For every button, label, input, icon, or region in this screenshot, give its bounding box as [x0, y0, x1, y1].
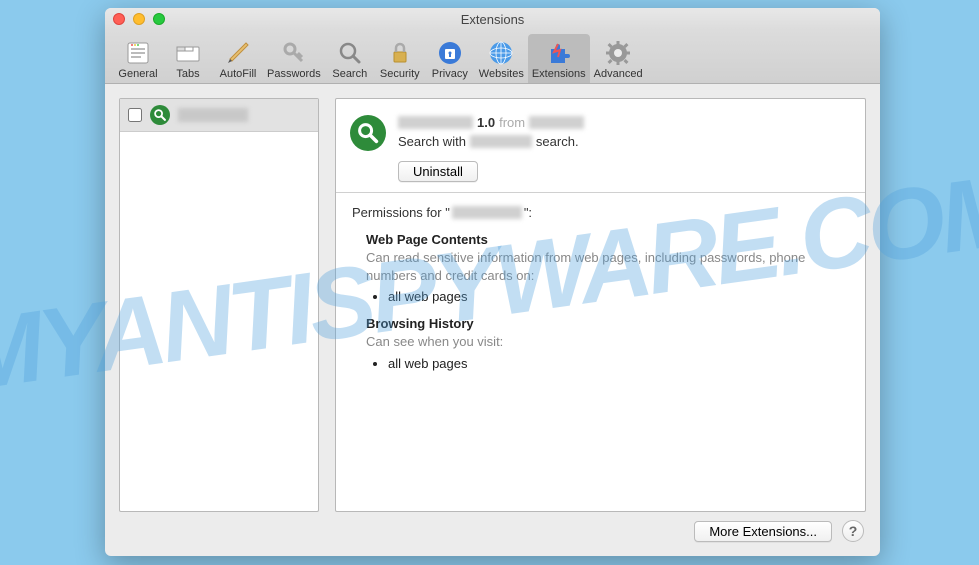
desc-prefix: Search with — [398, 134, 466, 149]
toolbar-label: Search — [332, 68, 367, 80]
extension-name-redacted — [178, 108, 248, 122]
titlebar: Extensions — [105, 8, 880, 30]
toolbar-label: Extensions — [532, 68, 586, 80]
toolbar-label: Websites — [479, 68, 524, 80]
tab-search[interactable]: Search — [325, 34, 375, 83]
toolbar-label: General — [118, 68, 157, 80]
extension-title-line: 1.0 from — [398, 115, 851, 130]
extension-author-redacted — [529, 116, 584, 129]
permissions-section: Permissions for " ": Web Page Contents Ca… — [336, 193, 865, 385]
traffic-lights — [113, 13, 165, 25]
toolbar-label: AutoFill — [220, 68, 257, 80]
permission-item: all web pages — [388, 289, 849, 304]
close-window-button[interactable] — [113, 13, 125, 25]
preferences-toolbar: General Tabs AutoFill Passwords Search — [105, 30, 880, 84]
permission-heading: Web Page Contents — [366, 232, 849, 247]
toolbar-label: Passwords — [267, 68, 321, 80]
autofill-icon — [223, 38, 253, 68]
gear-icon — [603, 38, 633, 68]
extension-name-redacted — [452, 206, 522, 219]
tab-extensions[interactable]: Extensions — [528, 34, 590, 83]
extension-details: 1.0 from Search with search. Uninstall — [335, 98, 866, 512]
permission-list: all web pages — [388, 356, 849, 371]
lock-icon — [385, 38, 415, 68]
key-icon — [279, 38, 309, 68]
permission-group: Browsing History Can see when you visit:… — [366, 316, 849, 370]
globe-icon — [486, 38, 516, 68]
tab-security[interactable]: Security — [375, 34, 425, 83]
tab-passwords[interactable]: Passwords — [263, 34, 325, 83]
content-area: 1.0 from Search with search. Uninstall — [105, 84, 880, 556]
privacy-icon — [435, 38, 465, 68]
extension-name-redacted — [398, 116, 473, 129]
tab-advanced[interactable]: Advanced — [590, 34, 647, 83]
extension-header: 1.0 from Search with search. — [336, 99, 865, 161]
permissions-title: Permissions for " ": — [352, 205, 849, 220]
preferences-window: Extensions General Tabs AutoFill Passwor… — [105, 8, 880, 556]
more-extensions-button[interactable]: More Extensions... — [694, 521, 832, 542]
extension-description: Search with search. — [398, 134, 851, 149]
search-icon — [335, 38, 365, 68]
permission-list: all web pages — [388, 289, 849, 304]
general-icon — [123, 38, 153, 68]
permission-item: all web pages — [388, 356, 849, 371]
uninstall-button[interactable]: Uninstall — [398, 161, 478, 182]
uninstall-row: Uninstall — [336, 161, 865, 192]
extension-icon — [150, 105, 170, 125]
tabs-icon — [173, 38, 203, 68]
window-title: Extensions — [461, 12, 525, 27]
desc-suffix: search. — [536, 134, 579, 149]
toolbar-label: Security — [380, 68, 420, 80]
minimize-window-button[interactable] — [133, 13, 145, 25]
maximize-window-button[interactable] — [153, 13, 165, 25]
panels: 1.0 from Search with search. Uninstall — [119, 98, 866, 512]
toolbar-label: Advanced — [594, 68, 643, 80]
extension-header-text: 1.0 from Search with search. — [398, 115, 851, 151]
enable-extension-checkbox[interactable] — [128, 108, 142, 122]
extensions-icon — [544, 38, 574, 68]
help-button[interactable]: ? — [842, 520, 864, 542]
permission-group: Web Page Contents Can read sensitive inf… — [366, 232, 849, 304]
permission-description: Can read sensitive information from web … — [366, 249, 849, 285]
tab-tabs[interactable]: Tabs — [163, 34, 213, 83]
toolbar-label: Tabs — [176, 68, 199, 80]
footer: More Extensions... ? — [119, 520, 866, 542]
extension-icon-large — [350, 115, 386, 151]
extension-list-item[interactable] — [120, 99, 318, 132]
from-label: from — [499, 115, 525, 130]
toolbar-label: Privacy — [432, 68, 468, 80]
perms-title-prefix: Permissions for " — [352, 205, 450, 220]
extensions-list — [119, 98, 319, 512]
perms-title-suffix: ": — [524, 205, 532, 220]
tab-websites[interactable]: Websites — [475, 34, 528, 83]
tab-general[interactable]: General — [113, 34, 163, 83]
extension-version: 1.0 — [477, 115, 495, 130]
extension-name-redacted — [470, 135, 532, 148]
tab-autofill[interactable]: AutoFill — [213, 34, 263, 83]
permission-heading: Browsing History — [366, 316, 849, 331]
tab-privacy[interactable]: Privacy — [425, 34, 475, 83]
permission-description: Can see when you visit: — [366, 333, 849, 351]
